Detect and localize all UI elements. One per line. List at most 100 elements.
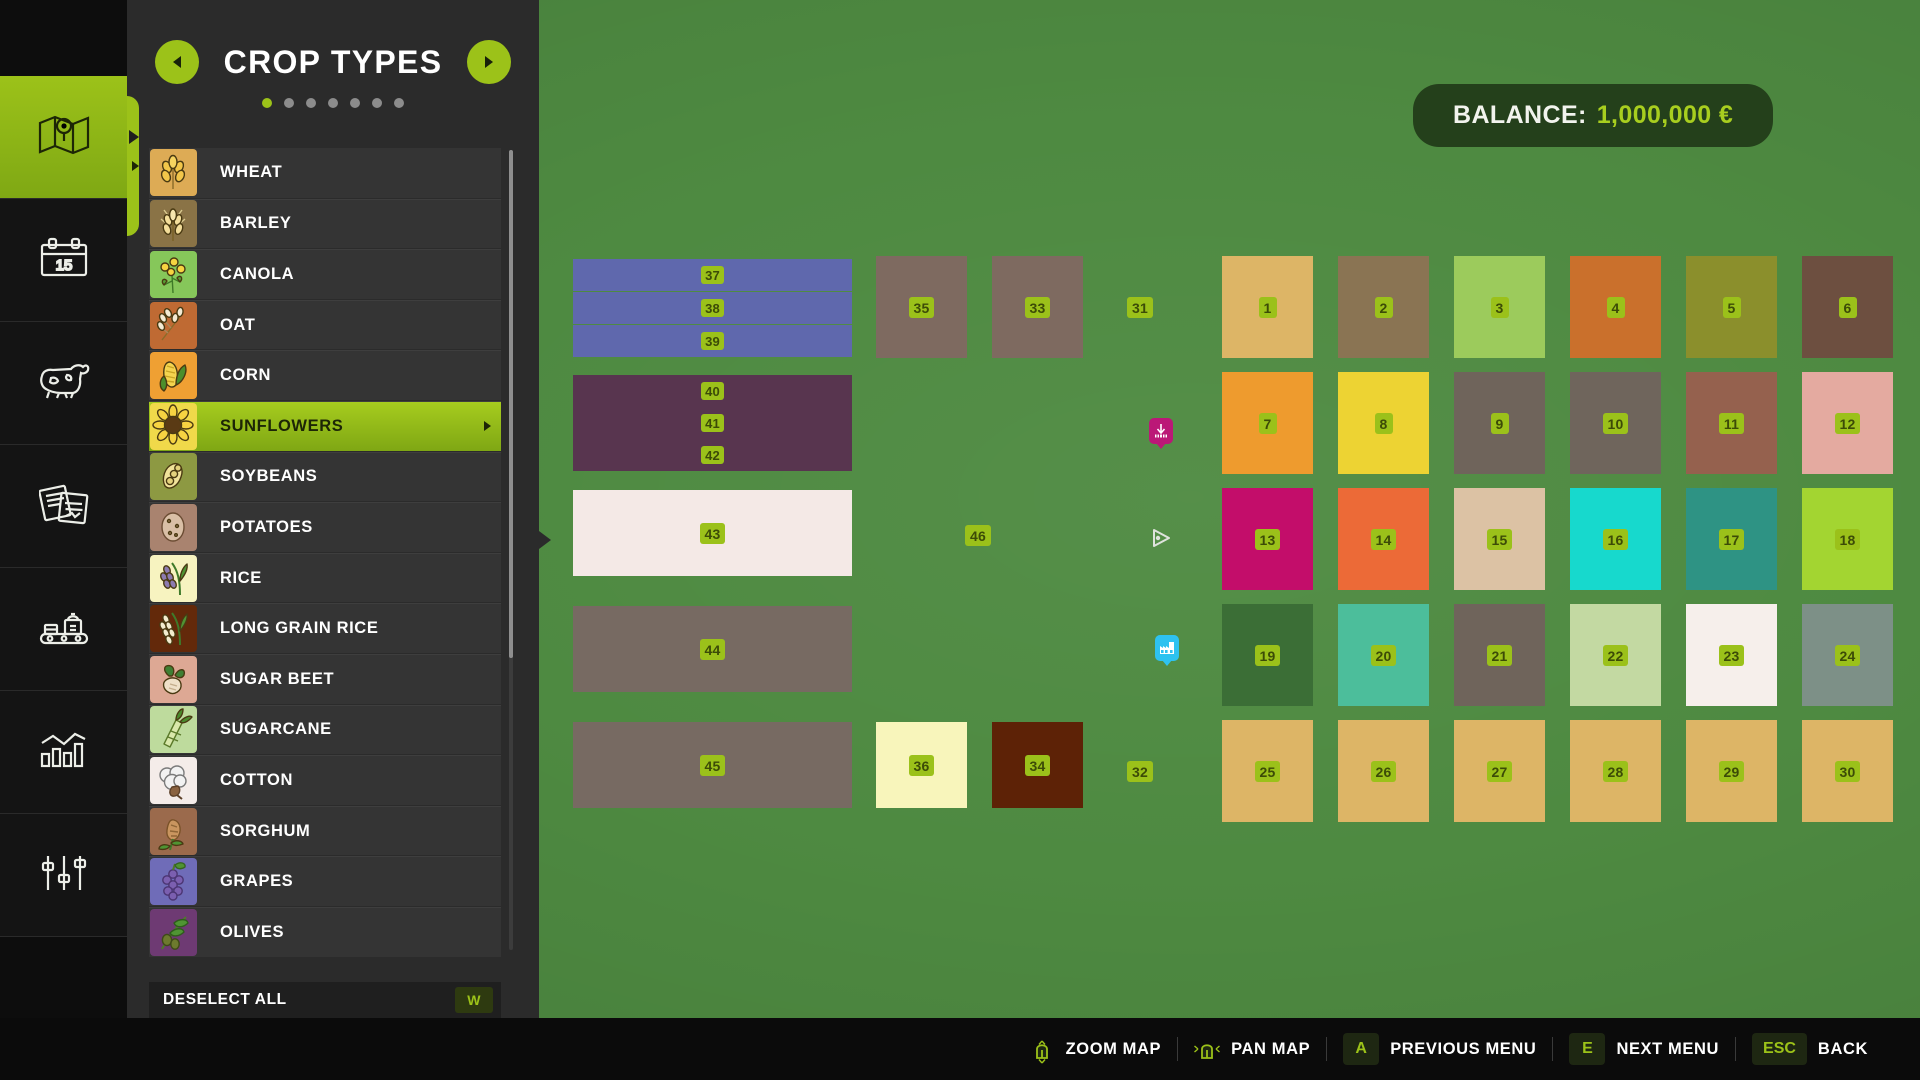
sidebar-item-statistics[interactable] <box>0 691 127 814</box>
map-field[interactable]: 17 <box>1686 488 1777 590</box>
sidebar-item-settings[interactable] <box>0 814 127 937</box>
previous-page-button[interactable] <box>155 40 199 84</box>
sidebar-item-calendar[interactable]: 15 <box>0 199 127 322</box>
map-field[interactable]: 27 <box>1454 720 1545 822</box>
field-number-badge: 44 <box>699 638 726 660</box>
panel-expand-handle[interactable] <box>127 96 139 236</box>
hint-pan-map[interactable]: PAN MAP <box>1178 1034 1326 1064</box>
crop-row[interactable]: BARLEY <box>149 198 501 249</box>
map-field[interactable]: 42 <box>573 439 852 471</box>
map-field[interactable]: 14 <box>1338 488 1429 590</box>
sidebar-item-contracts[interactable] <box>0 445 127 568</box>
direction-marker[interactable] <box>1148 527 1174 559</box>
map-field[interactable]: 30 <box>1802 720 1893 822</box>
crop-icon <box>150 352 197 400</box>
map-field[interactable]: 37 <box>573 259 852 291</box>
crop-row[interactable]: SORGHUM <box>149 805 501 856</box>
crop-row[interactable]: POTATOES <box>149 502 501 552</box>
map-field[interactable]: 40 <box>573 375 852 407</box>
factory-marker[interactable] <box>1154 635 1180 667</box>
page-dot-1[interactable] <box>262 98 272 108</box>
deselect-all-button[interactable]: DESELECT ALL W <box>149 982 501 1018</box>
map-field[interactable]: 45 <box>573 722 852 808</box>
sell-point-marker[interactable] <box>1148 418 1174 450</box>
map-field[interactable]: 9 <box>1454 372 1545 474</box>
map-field[interactable]: 22 <box>1570 604 1661 706</box>
sidebar-item-animals[interactable] <box>0 322 127 445</box>
balance-value: 1,000,000 € <box>1596 101 1734 129</box>
crop-row[interactable]: WHEAT <box>149 148 501 198</box>
map-field[interactable]: 13 <box>1222 488 1313 590</box>
crop-list-viewport[interactable]: WHEAT BARLEY CANOLA OAT CORN SUNFLOWERS SOYBEA… <box>127 148 539 960</box>
sidebar-item-production[interactable] <box>0 568 127 691</box>
crop-row[interactable]: SUGARCANE <box>149 704 501 755</box>
crop-row[interactable]: OAT <box>149 299 501 350</box>
crop-row[interactable]: CANOLA <box>149 249 501 299</box>
field-number-badge: 17 <box>1718 528 1745 550</box>
page-dot-3[interactable] <box>306 98 316 108</box>
map-field[interactable]: 16 <box>1570 488 1661 590</box>
map-field[interactable]: 23 <box>1686 604 1777 706</box>
map-field[interactable]: 2 <box>1338 256 1429 358</box>
next-page-button[interactable] <box>467 40 511 84</box>
crop-list-scrollbar[interactable] <box>509 150 513 950</box>
map-field[interactable]: 39 <box>573 325 852 357</box>
scrollbar-thumb[interactable] <box>509 150 513 658</box>
page-dot-7[interactable] <box>394 98 404 108</box>
map-field[interactable]: 20 <box>1338 604 1429 706</box>
map-field[interactable]: 36 <box>876 722 967 808</box>
map-field[interactable]: 10 <box>1570 372 1661 474</box>
map-field[interactable]: 18 <box>1802 488 1893 590</box>
crop-label: GRAPES <box>220 872 294 891</box>
crop-row[interactable]: LONG GRAIN RICE <box>149 603 501 653</box>
map-field[interactable]: 46 <box>964 524 992 546</box>
map-field[interactable]: 15 <box>1454 488 1545 590</box>
map-field[interactable]: 33 <box>992 256 1083 358</box>
map-field[interactable]: 25 <box>1222 720 1313 822</box>
crop-row[interactable]: SUGAR BEET <box>149 653 501 704</box>
crop-row[interactable]: SUNFLOWERS <box>149 400 501 451</box>
map-field[interactable]: 12 <box>1802 372 1893 474</box>
map-field[interactable]: 32 <box>1126 760 1154 782</box>
crop-row[interactable]: GRAPES <box>149 856 501 906</box>
map-field[interactable]: 38 <box>573 292 852 324</box>
chevron-right-icon <box>132 161 139 171</box>
map-field[interactable]: 11 <box>1686 372 1777 474</box>
map-field[interactable]: 21 <box>1454 604 1545 706</box>
hint-label: ZOOM MAP <box>1065 1039 1162 1058</box>
crop-row[interactable]: COTTON <box>149 755 501 805</box>
map-field[interactable]: 34 <box>992 722 1083 808</box>
hint-previous-menu[interactable]: A PREVIOUS MENU <box>1327 1033 1552 1065</box>
map-field[interactable]: 29 <box>1686 720 1777 822</box>
map-field[interactable]: 26 <box>1338 720 1429 822</box>
map-field[interactable]: 28 <box>1570 720 1661 822</box>
map-field[interactable]: 24 <box>1802 604 1893 706</box>
page-dot-6[interactable] <box>372 98 382 108</box>
crop-label: COTTON <box>220 770 293 789</box>
hint-back[interactable]: ESC BACK <box>1736 1033 1884 1065</box>
page-dot-5[interactable] <box>350 98 360 108</box>
map-field[interactable]: 3 <box>1454 256 1545 358</box>
hint-next-menu[interactable]: E NEXT MENU <box>1553 1033 1735 1065</box>
map-field[interactable]: 35 <box>876 256 967 358</box>
map-field[interactable]: 8 <box>1338 372 1429 474</box>
map-field[interactable]: 7 <box>1222 372 1313 474</box>
map-field[interactable]: 1 <box>1222 256 1313 358</box>
map-field[interactable]: 31 <box>1126 296 1154 318</box>
map-field[interactable]: 4 <box>1570 256 1661 358</box>
page-dot-4[interactable] <box>328 98 338 108</box>
hint-zoom-map[interactable]: ZOOM MAP <box>1013 1034 1178 1064</box>
crop-row[interactable]: SOYBEANS <box>149 451 501 502</box>
sidebar-item-map-overview[interactable] <box>0 76 139 199</box>
map-field[interactable]: 44 <box>573 606 852 692</box>
crop-row[interactable]: CORN <box>149 350 501 400</box>
panel-edge-caret[interactable] <box>539 531 551 549</box>
crop-row[interactable]: RICE <box>149 552 501 603</box>
map-field[interactable]: 6 <box>1802 256 1893 358</box>
map-field[interactable]: 43 <box>573 490 852 576</box>
map-field[interactable]: 19 <box>1222 604 1313 706</box>
crop-row[interactable]: OLIVES <box>149 906 501 957</box>
map-field[interactable]: 41 <box>573 407 852 439</box>
map-field[interactable]: 5 <box>1686 256 1777 358</box>
page-dot-2[interactable] <box>284 98 294 108</box>
